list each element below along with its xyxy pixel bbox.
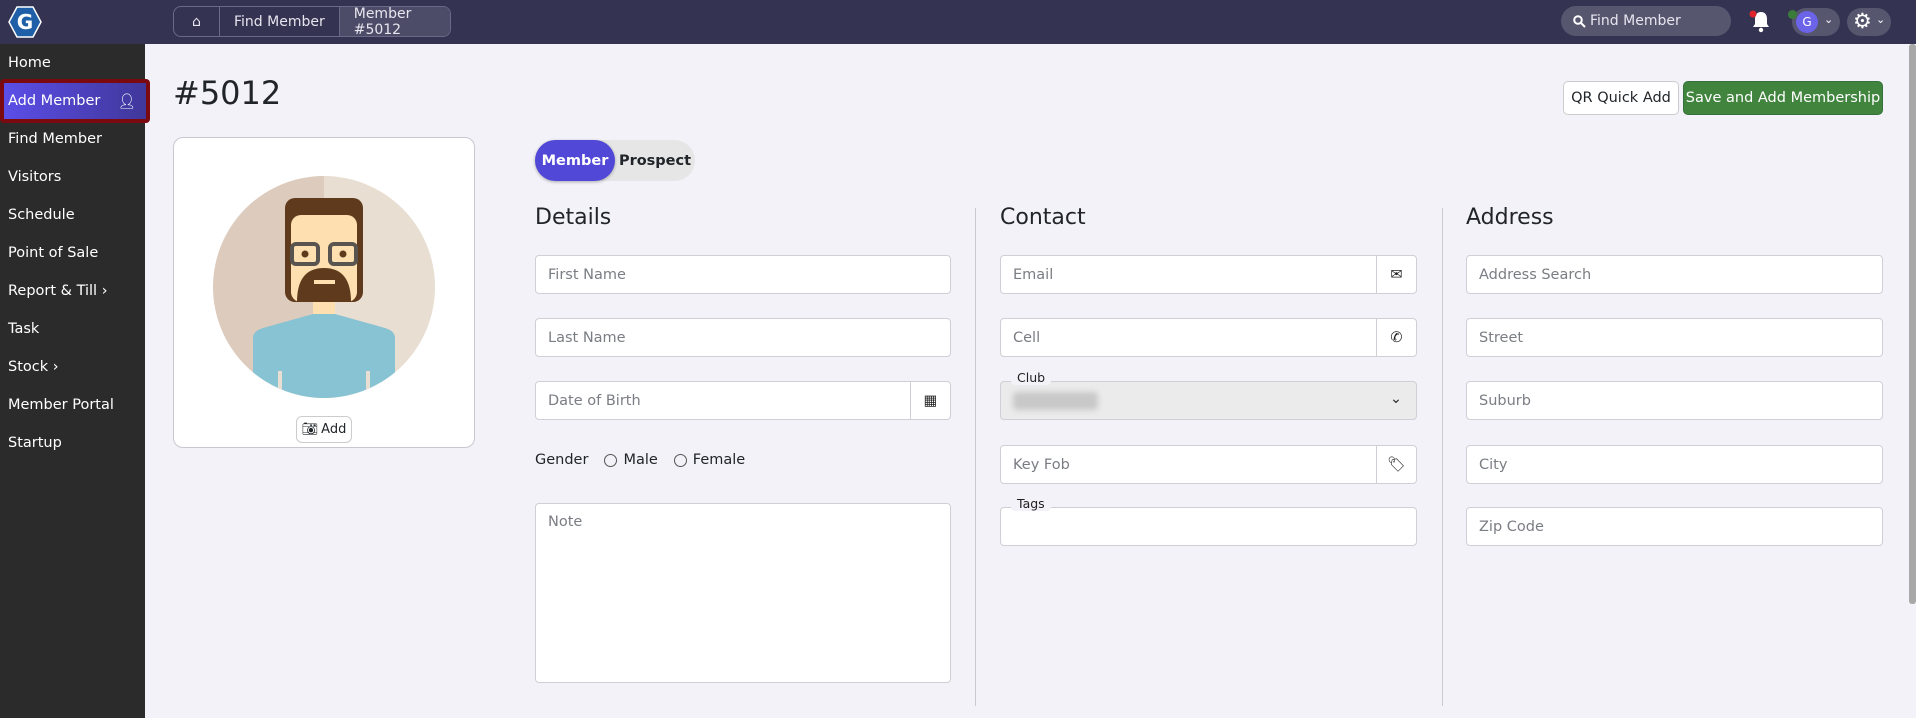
note-textarea[interactable]: Note	[535, 503, 951, 683]
tags-input[interactable]: Tags	[1000, 496, 1417, 546]
address-heading: Address	[1466, 205, 1554, 230]
city-input[interactable]: City	[1466, 445, 1883, 484]
radio-female[interactable]	[673, 453, 687, 467]
sidebar-item-home[interactable]: Home	[0, 44, 145, 82]
breadcrumb: ⌂ Find Member Member #5012	[173, 6, 451, 37]
address-search-input[interactable]: Address Search	[1466, 255, 1883, 294]
last-name-input[interactable]: Last Name	[535, 318, 951, 357]
save-and-add-membership-button[interactable]: Save and Add Membership	[1683, 81, 1883, 115]
female-label[interactable]: Female	[693, 452, 745, 468]
chevron-down-icon: ⌄	[1389, 391, 1402, 407]
camera-icon: 📷︎	[301, 422, 319, 437]
sidebar-item-member-portal[interactable]: Member Portal	[0, 386, 145, 424]
sidebar-item-visitors[interactable]: Visitors	[0, 158, 145, 196]
sidebar-item-point-of-sale[interactable]: Point of Sale	[0, 234, 145, 272]
search-icon	[1573, 14, 1586, 28]
radio-male[interactable]	[604, 453, 618, 467]
phone-icon: ✆	[1376, 319, 1416, 356]
avatar: G	[1796, 11, 1818, 33]
key-fob-placeholder: Key Fob	[1013, 456, 1070, 473]
dob-placeholder: Date of Birth	[548, 392, 641, 409]
tag-icon: 🏷︎	[1376, 446, 1416, 483]
club-label: Club	[1011, 370, 1052, 385]
breadcrumb-current: Member #5012	[338, 7, 450, 36]
club-select[interactable]: Club ⌄	[1000, 370, 1417, 420]
envelope-icon: ✉	[1376, 256, 1416, 293]
sidebar-item-add-member[interactable]: Add Member 👤︎	[0, 79, 150, 123]
chevron-down-icon: ⌄	[1876, 13, 1886, 26]
breadcrumb-find-member[interactable]: Find Member	[219, 7, 339, 36]
gender-group: Gender Male Female	[535, 452, 745, 468]
toggle-prospect[interactable]: Prospect	[615, 153, 695, 169]
default-avatar-image	[213, 176, 435, 398]
page-title: #5012	[173, 74, 282, 112]
member-type-toggle: Member Prospect	[535, 140, 695, 181]
chevron-down-icon: ⌄	[1824, 13, 1834, 26]
sidebar-item-label: Add Member	[8, 93, 101, 109]
sidebar-item-find-member[interactable]: Find Member	[0, 120, 145, 158]
sidebar-item-stock[interactable]: Stock ›	[0, 348, 145, 386]
details-heading: Details	[535, 205, 612, 230]
street-input[interactable]: Street	[1466, 318, 1883, 357]
date-of-birth-input[interactable]: Date of Birth ▦	[535, 381, 951, 420]
sidebar-item-task[interactable]: Task	[0, 310, 145, 348]
suburb-input[interactable]: Suburb	[1466, 381, 1883, 420]
sidebar-item-schedule[interactable]: Schedule	[0, 196, 145, 234]
gear-icon: ⚙	[1853, 9, 1872, 33]
cell-placeholder: Cell	[1013, 329, 1041, 346]
scrollbar[interactable]	[1909, 44, 1916, 604]
home-icon[interactable]: ⌂	[174, 7, 219, 36]
tags-label: Tags	[1011, 496, 1051, 511]
app-logo[interactable]: G	[8, 5, 42, 39]
search-placeholder: Find Member	[1590, 13, 1681, 29]
notification-bell-icon[interactable]	[1748, 8, 1774, 34]
top-bar: G ⌂ Find Member Member #5012 Find Member…	[0, 0, 1916, 44]
sidebar: Home Add Member 👤︎ Find Member Visitors S…	[0, 44, 150, 718]
qr-quick-add-button[interactable]: QR Quick Add	[1563, 81, 1679, 115]
user-menu[interactable]: G ⌄	[1788, 8, 1840, 36]
email-input[interactable]: Email ✉	[1000, 255, 1417, 294]
zip-code-input[interactable]: Zip Code	[1466, 507, 1883, 546]
male-label[interactable]: Male	[623, 452, 657, 468]
column-divider	[1442, 208, 1443, 706]
find-member-search[interactable]: Find Member	[1561, 6, 1731, 36]
email-placeholder: Email	[1013, 266, 1054, 283]
first-name-input[interactable]: First Name	[535, 255, 951, 294]
add-photo-label: Add	[321, 422, 347, 437]
club-value-blurred	[1013, 391, 1098, 410]
settings-menu[interactable]: ⚙ ⌄	[1847, 8, 1891, 36]
key-fob-input[interactable]: Key Fob 🏷︎	[1000, 445, 1417, 484]
user-icon: 👤︎	[117, 93, 136, 110]
toggle-member[interactable]: Member	[535, 140, 615, 181]
cell-input[interactable]: Cell ✆	[1000, 318, 1417, 357]
contact-heading: Contact	[1000, 205, 1086, 230]
photo-card: 📷︎ Add	[173, 137, 475, 448]
column-divider	[975, 208, 976, 706]
gender-label: Gender	[535, 452, 589, 468]
svg-text:G: G	[17, 10, 33, 34]
calendar-icon[interactable]: ▦	[910, 382, 950, 419]
sidebar-item-report-till[interactable]: Report & Till ›	[0, 272, 145, 310]
add-photo-button[interactable]: 📷︎ Add	[296, 416, 352, 443]
sidebar-item-startup[interactable]: Startup	[0, 424, 145, 462]
